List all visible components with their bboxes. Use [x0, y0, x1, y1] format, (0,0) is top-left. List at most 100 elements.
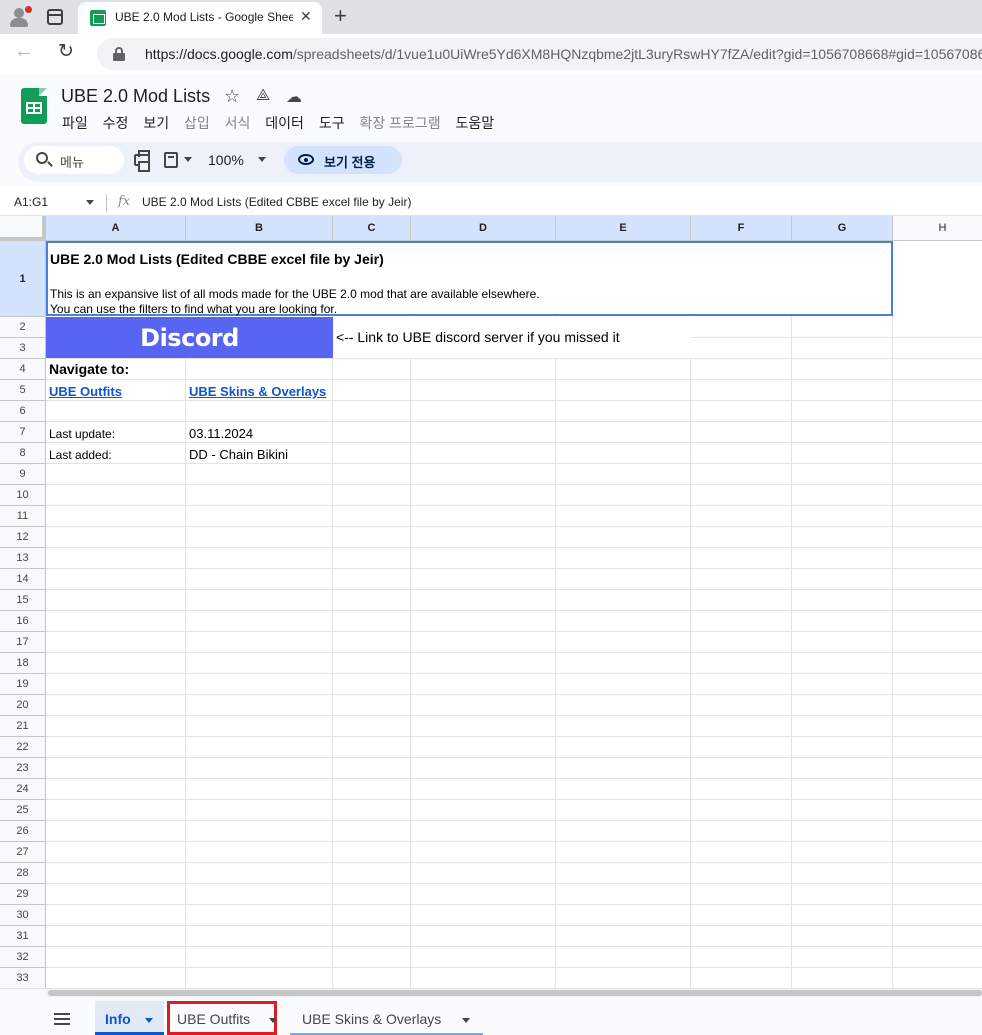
- column-header-c[interactable]: C: [333, 216, 411, 241]
- menu-view[interactable]: 보기: [143, 115, 169, 131]
- view-only-label: 보기 전용: [324, 155, 376, 170]
- back-arrow-icon[interactable]: ←: [14, 40, 34, 63]
- star-icon[interactable]: ☆: [224, 86, 240, 107]
- document-title[interactable]: UBE 2.0 Mod Lists: [61, 86, 210, 107]
- all-sheets-menu-icon[interactable]: [54, 1013, 70, 1025]
- browser-tab[interactable]: UBE 2.0 Mod Lists - Google Sheets ✕: [78, 2, 322, 34]
- column-header-d[interactable]: D: [411, 216, 556, 241]
- row-header-30[interactable]: 30: [0, 905, 46, 926]
- row-header-15[interactable]: 15: [0, 590, 46, 611]
- formula-input[interactable]: UBE 2.0 Mod Lists (Edited CBBE excel fil…: [142, 195, 411, 209]
- row-header-22[interactable]: 22: [0, 737, 46, 758]
- menu-edit[interactable]: 수정: [103, 115, 129, 131]
- row-header-6[interactable]: 6: [0, 401, 46, 422]
- row-header-4[interactable]: 4: [0, 359, 46, 380]
- row-header-28[interactable]: 28: [0, 863, 46, 884]
- row-header-29[interactable]: 29: [0, 884, 46, 905]
- profile-icon[interactable]: [8, 6, 32, 28]
- menu-extensions[interactable]: 확장 프로그램: [359, 115, 440, 131]
- row-header-17[interactable]: 17: [0, 632, 46, 653]
- spreadsheet-grid[interactable]: A B C D E F G H 1 2 3 4 5 6 7 8 9 10 11 …: [0, 216, 982, 988]
- row-header-1[interactable]: 1: [0, 241, 46, 317]
- reload-icon[interactable]: ↻: [58, 40, 74, 63]
- cloud-status-icon[interactable]: ☁: [286, 87, 302, 107]
- navigate-to-label: Navigate to:: [49, 361, 130, 377]
- eye-icon: [298, 154, 314, 165]
- ube-skins-overlays-link[interactable]: UBE Skins & Overlays: [189, 384, 326, 399]
- url-text: https://docs.google.com/spreadsheets/d/1…: [145, 46, 982, 62]
- row-header-11[interactable]: 11: [0, 506, 46, 527]
- sheet-tab-info[interactable]: Info: [95, 1001, 164, 1035]
- title-cell-a1[interactable]: UBE 2.0 Mod Lists (Edited CBBE excel fil…: [46, 241, 893, 316]
- column-header-f[interactable]: F: [691, 216, 792, 241]
- row-header-33[interactable]: 33: [0, 968, 46, 988]
- row-header-31[interactable]: 31: [0, 926, 46, 947]
- row-header-21[interactable]: 21: [0, 716, 46, 737]
- discord-button[interactable]: Discord: [46, 317, 333, 358]
- divider: [106, 194, 107, 212]
- address-bar[interactable]: https://docs.google.com/spreadsheets/d/1…: [97, 38, 982, 70]
- row-header-2[interactable]: 2: [0, 317, 46, 338]
- menu-insert[interactable]: 삽입: [184, 115, 210, 131]
- row-header-19[interactable]: 19: [0, 674, 46, 695]
- print-icon[interactable]: [134, 150, 150, 172]
- column-header-a[interactable]: A: [46, 216, 186, 241]
- move-to-drive-icon[interactable]: ⟁: [256, 87, 270, 105]
- menu-help[interactable]: 도움말: [456, 115, 495, 131]
- lock-icon[interactable]: [113, 47, 125, 61]
- tab-search-icon[interactable]: [47, 9, 63, 25]
- sheets-header: UBE 2.0 Mod Lists ☆ ⟁ ☁ 파일 수정 보기 삽입 서식 데…: [0, 74, 982, 138]
- column-header-g[interactable]: G: [792, 216, 893, 241]
- menu-format[interactable]: 서식: [225, 115, 251, 131]
- row-header-27[interactable]: 27: [0, 842, 46, 863]
- fx-icon: fx: [118, 194, 131, 209]
- row-header-9[interactable]: 9: [0, 464, 46, 485]
- row-header-3[interactable]: 3: [0, 338, 46, 359]
- row-header-23[interactable]: 23: [0, 758, 46, 779]
- row-header-25[interactable]: 25: [0, 800, 46, 821]
- zoom-chevron-down-icon[interactable]: [258, 157, 266, 162]
- menu-search[interactable]: 메뉴: [24, 146, 124, 174]
- row-header-18[interactable]: 18: [0, 653, 46, 674]
- select-all-corner[interactable]: [0, 216, 46, 241]
- sheets-toolbar: 메뉴 100% 보기 전용: [0, 138, 982, 186]
- sheet-tab-chevron-down-icon[interactable]: [145, 1018, 153, 1023]
- paint-format-icon[interactable]: [164, 152, 178, 168]
- menu-file[interactable]: 파일: [62, 115, 88, 131]
- row-header-13[interactable]: 13: [0, 548, 46, 569]
- name-box[interactable]: A1:G1: [14, 195, 48, 209]
- search-icon: [36, 152, 48, 164]
- row-header-16[interactable]: 16: [0, 611, 46, 632]
- horizontal-scrollbar[interactable]: [46, 989, 982, 997]
- column-header-e[interactable]: E: [556, 216, 691, 241]
- row-header-26[interactable]: 26: [0, 821, 46, 842]
- column-header-h[interactable]: H: [893, 216, 982, 241]
- row-header-24[interactable]: 24: [0, 779, 46, 800]
- close-tab-icon[interactable]: ✕: [300, 8, 312, 25]
- row-header-12[interactable]: 12: [0, 527, 46, 548]
- menu-tools[interactable]: 도구: [319, 115, 345, 131]
- new-tab-icon[interactable]: +: [334, 3, 347, 29]
- sheet-tab-chevron-down-icon[interactable]: [269, 1018, 277, 1023]
- sheet-tab-ube-outfits[interactable]: UBE Outfits: [167, 1001, 277, 1035]
- name-box-chevron-down-icon[interactable]: [86, 200, 94, 205]
- ube-outfits-link[interactable]: UBE Outfits: [49, 384, 122, 399]
- sheets-logo-icon[interactable]: [21, 88, 47, 124]
- row-header-10[interactable]: 10: [0, 485, 46, 506]
- row-header-20[interactable]: 20: [0, 695, 46, 716]
- row-header-32[interactable]: 32: [0, 947, 46, 968]
- column-header-b[interactable]: B: [186, 216, 333, 241]
- row-header-7[interactable]: 7: [0, 422, 46, 443]
- menu-data[interactable]: 데이터: [265, 115, 304, 131]
- last-added-label: Last added:: [49, 448, 112, 462]
- row-header-8[interactable]: 8: [0, 443, 46, 464]
- chevron-down-icon[interactable]: [184, 157, 192, 162]
- sheet-tab-chevron-down-icon[interactable]: [462, 1018, 470, 1023]
- zoom-select[interactable]: 100%: [208, 152, 244, 168]
- row-header-14[interactable]: 14: [0, 569, 46, 590]
- menu-search-label: 메뉴: [60, 155, 84, 170]
- view-only-button[interactable]: 보기 전용: [284, 146, 402, 174]
- sheet-tab-ube-skins-overlays[interactable]: UBE Skins & Overlays: [290, 1001, 483, 1035]
- row-header-5[interactable]: 5: [0, 380, 46, 401]
- menu-bar: 파일 수정 보기 삽입 서식 데이터 도구 확장 프로그램 도움말: [62, 113, 505, 133]
